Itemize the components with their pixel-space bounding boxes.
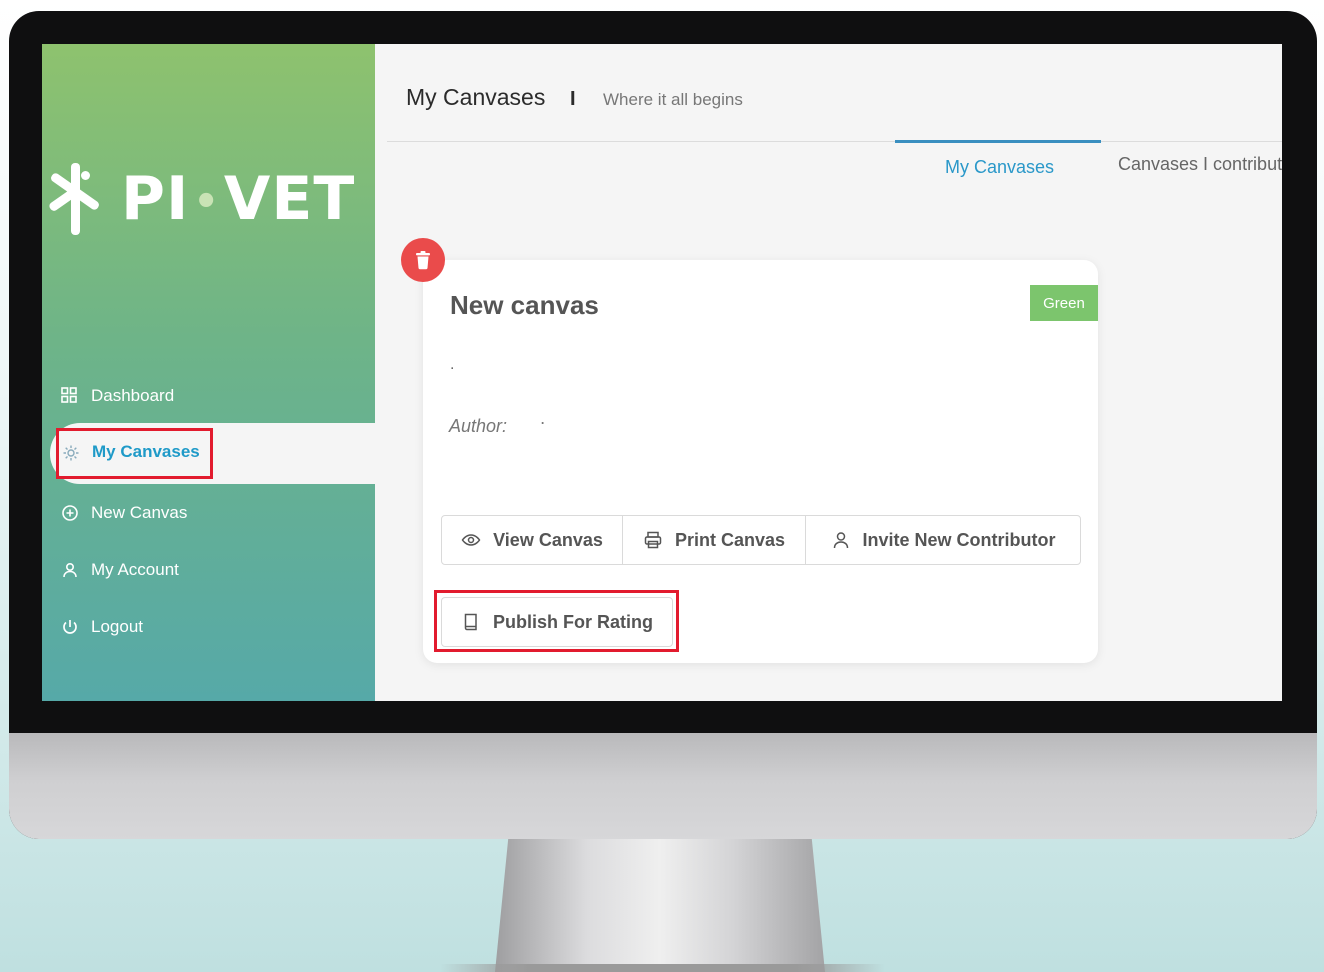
view-canvas-label: View Canvas <box>493 529 603 550</box>
trash-icon <box>414 250 432 270</box>
user-icon <box>831 530 851 550</box>
tab-active-indicator <box>895 140 1101 143</box>
header-divider <box>387 141 1282 142</box>
sidebar-item-label: New Canvas <box>91 503 188 522</box>
plus-circle-icon <box>61 504 79 522</box>
sidebar-item-label: Logout <box>91 617 143 636</box>
monitor-chin <box>9 733 1317 839</box>
power-icon <box>61 618 79 636</box>
tab-canvases-contributed[interactable]: Canvases I contribut <box>1118 154 1282 175</box>
canvas-description: . <box>450 356 455 373</box>
logo-text-vet: VET <box>223 164 356 234</box>
view-canvas-button[interactable]: View Canvas <box>442 516 623 564</box>
author-label: Author: <box>449 416 508 436</box>
sidebar-item-new-canvas[interactable]: New Canvas <box>42 498 375 528</box>
monitor-stand <box>495 839 825 972</box>
logo-asterisk-icon <box>47 163 103 235</box>
user-icon <box>61 561 79 579</box>
print-canvas-button[interactable]: Print Canvas <box>623 516 806 564</box>
canvas-author: Author: . <box>449 408 545 437</box>
tab-my-canvases[interactable]: My Canvases <box>945 157 1054 178</box>
author-value: . <box>540 408 546 428</box>
print-canvas-label: Print Canvas <box>674 529 786 550</box>
sidebar-item-label: Dashboard <box>91 386 175 405</box>
eye-icon <box>461 530 481 550</box>
logo-text-pi: PI <box>121 164 190 234</box>
status-badge: Green <box>1030 285 1098 321</box>
invite-contributor-label: Invite New Contributor <box>862 529 1056 550</box>
canvas-title: New canvas <box>450 290 599 320</box>
title-separator: I <box>570 88 576 110</box>
printer-icon <box>643 530 663 550</box>
app-logo: PI •VET <box>47 159 355 239</box>
app-screen: PI•VET Dashboard My Canvases New Canvas <box>42 44 1282 701</box>
sidebar-item-my-account[interactable]: My Account <box>42 555 375 585</box>
page-subtitle: Where it all begins <box>603 90 743 109</box>
card-action-group: View Canvas Print Canvas Invite New Cont… <box>441 515 1081 565</box>
highlight-box-my-canvases <box>56 428 213 479</box>
highlight-box-publish <box>434 590 679 652</box>
delete-canvas-button[interactable] <box>401 238 445 282</box>
sidebar: PI•VET Dashboard My Canvases New Canvas <box>42 44 375 701</box>
sidebar-item-dashboard[interactable]: Dashboard <box>42 381 375 411</box>
grid-icon <box>61 387 79 405</box>
page-title: My Canvases <box>406 84 546 110</box>
sidebar-item-logout[interactable]: Logout <box>42 612 375 642</box>
invite-contributor-button[interactable]: Invite New Contributor <box>806 516 1080 564</box>
monitor-stand-base <box>440 964 885 972</box>
sidebar-item-label: My Account <box>91 560 179 579</box>
